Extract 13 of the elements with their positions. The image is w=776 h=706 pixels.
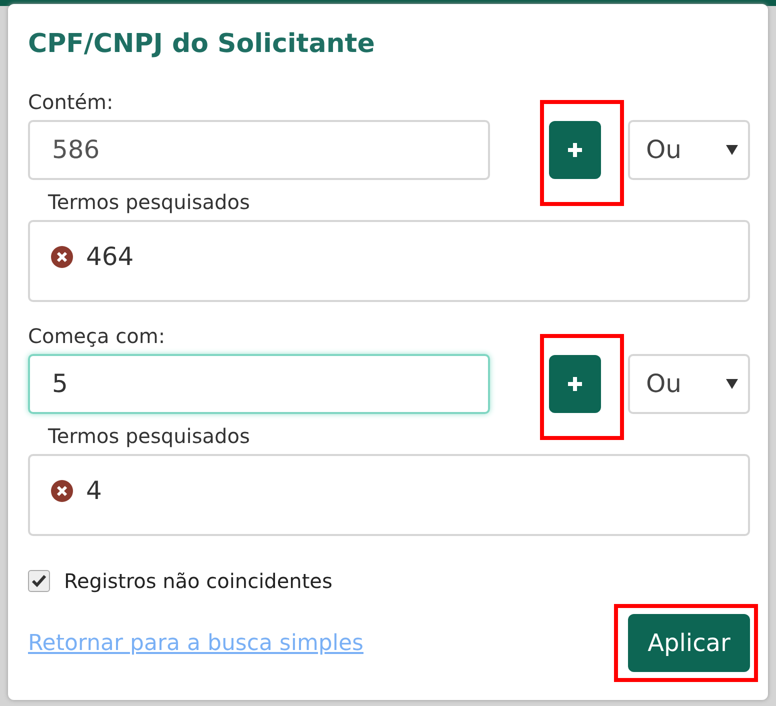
popup-title: CPF/CNPJ do Solicitante [28,28,376,60]
terms-label: Termos pesquisados [48,424,251,448]
field-label: Começa com: [28,324,166,348]
checkbox-label: Registros não coincidentes [64,568,332,595]
field-label: Contém: [28,90,114,114]
terms-label: Termos pesquisados [48,190,251,214]
apply-button[interactable]: Aplicar [628,614,750,672]
search-term: 464 [86,241,134,274]
operator-select[interactable]: Ou [628,354,750,414]
input-field[interactable]: 5 [28,354,490,414]
search-term: 4 [86,475,102,508]
operator-select[interactable]: Ou [628,120,750,180]
input-field[interactable]: 586 [28,120,490,180]
